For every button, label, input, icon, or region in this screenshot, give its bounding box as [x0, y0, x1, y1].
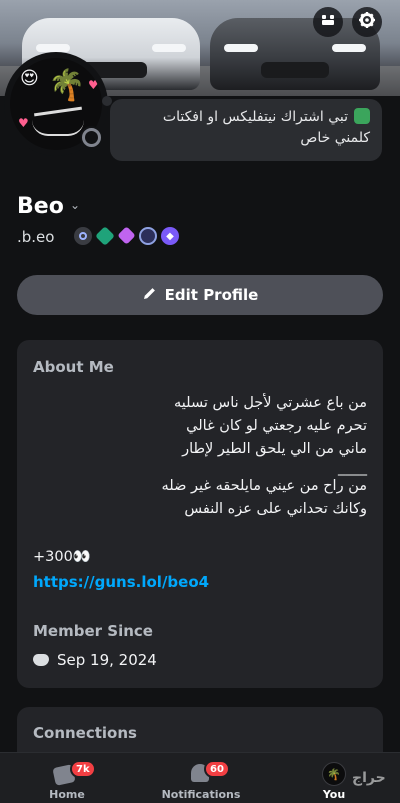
- hypesquad-badge-icon[interactable]: [95, 226, 115, 246]
- nav-notifications-label: Notifications: [161, 788, 241, 801]
- nav-you-label: You: [322, 788, 346, 801]
- nitro-icon: [320, 12, 336, 32]
- custom-status-line-1: تبي اشتراك نيتفليكس او افكتات: [162, 109, 348, 125]
- notifications-badge: 60: [204, 760, 230, 778]
- about-me-card: About Me من باع عشرتي لأجل ناس تسليه تحر…: [17, 340, 383, 688]
- orb-badge-icon[interactable]: ◆: [161, 227, 179, 245]
- status-indicator: [80, 126, 102, 148]
- custom-status-bubble[interactable]: تبي اشتراك نيتفليكس او افكتات كلمني خاص: [110, 99, 382, 161]
- nav-you[interactable]: 🌴 You: [312, 753, 356, 803]
- boost-badge-icon[interactable]: [117, 226, 136, 245]
- edit-profile-label: Edit Profile: [164, 286, 259, 304]
- status-sticker-icon: [354, 108, 370, 124]
- pencil-icon: [142, 286, 157, 305]
- member-since-date: Sep 19, 2024: [57, 651, 157, 669]
- you-avatar-icon: 🌴: [322, 762, 346, 786]
- home-badge: 7k: [70, 760, 96, 778]
- about-me-title: About Me: [33, 358, 114, 376]
- nitro-badge-icon[interactable]: [74, 227, 92, 245]
- nav-notifications[interactable]: 60 Notifications: [160, 753, 242, 803]
- bio-line: تحرم عليه رجعتي لو كان غالي: [186, 418, 367, 434]
- custom-status-line-2: كلمني خاص: [300, 130, 370, 146]
- nitro-button[interactable]: [313, 7, 343, 37]
- bio-line: وكانك تحداني على عزه النفس: [184, 501, 367, 517]
- discord-icon: [33, 654, 49, 666]
- profile-screen: 😍 🌴 ♥ ♥ تبي اشتراك نيتفليكس او افكتات كل…: [0, 0, 400, 803]
- nav-home[interactable]: 7k Home: [44, 753, 96, 803]
- bio-divider: ____: [338, 460, 367, 476]
- watermark: حراج: [352, 770, 386, 786]
- chevron-down-icon[interactable]: ⌄: [70, 198, 80, 212]
- edit-profile-button[interactable]: Edit Profile: [17, 275, 383, 315]
- display-name[interactable]: Beo: [17, 194, 64, 219]
- settings-button[interactable]: [352, 7, 382, 37]
- connections-title: Connections: [33, 724, 137, 742]
- bio-link[interactable]: https://guns.lol/beo4: [33, 573, 209, 591]
- bio-line: من باع عشرتي لأجل ناس تسليه: [174, 395, 367, 411]
- nav-home-label: Home: [49, 788, 85, 801]
- bio-line: من راح من عيني مايلحقه غير ضله: [161, 478, 367, 494]
- badge-list: ◆: [74, 226, 179, 246]
- bio-text: من باع عشرتي لأجل ناس تسليه تحرم عليه رج…: [33, 392, 367, 521]
- bio-line: ماني من الي يلحق الطير لإطار: [182, 441, 367, 457]
- quest-badge-icon[interactable]: [139, 227, 157, 245]
- gear-icon: [358, 11, 376, 33]
- member-since-row: Sep 19, 2024: [33, 651, 157, 669]
- bio-count-line: +300👀: [33, 549, 91, 565]
- member-since-title: Member Since: [33, 622, 153, 640]
- username: .b.eo: [17, 228, 55, 246]
- bottom-navigation: 7k Home 60 Notifications 🌴 You: [0, 752, 400, 803]
